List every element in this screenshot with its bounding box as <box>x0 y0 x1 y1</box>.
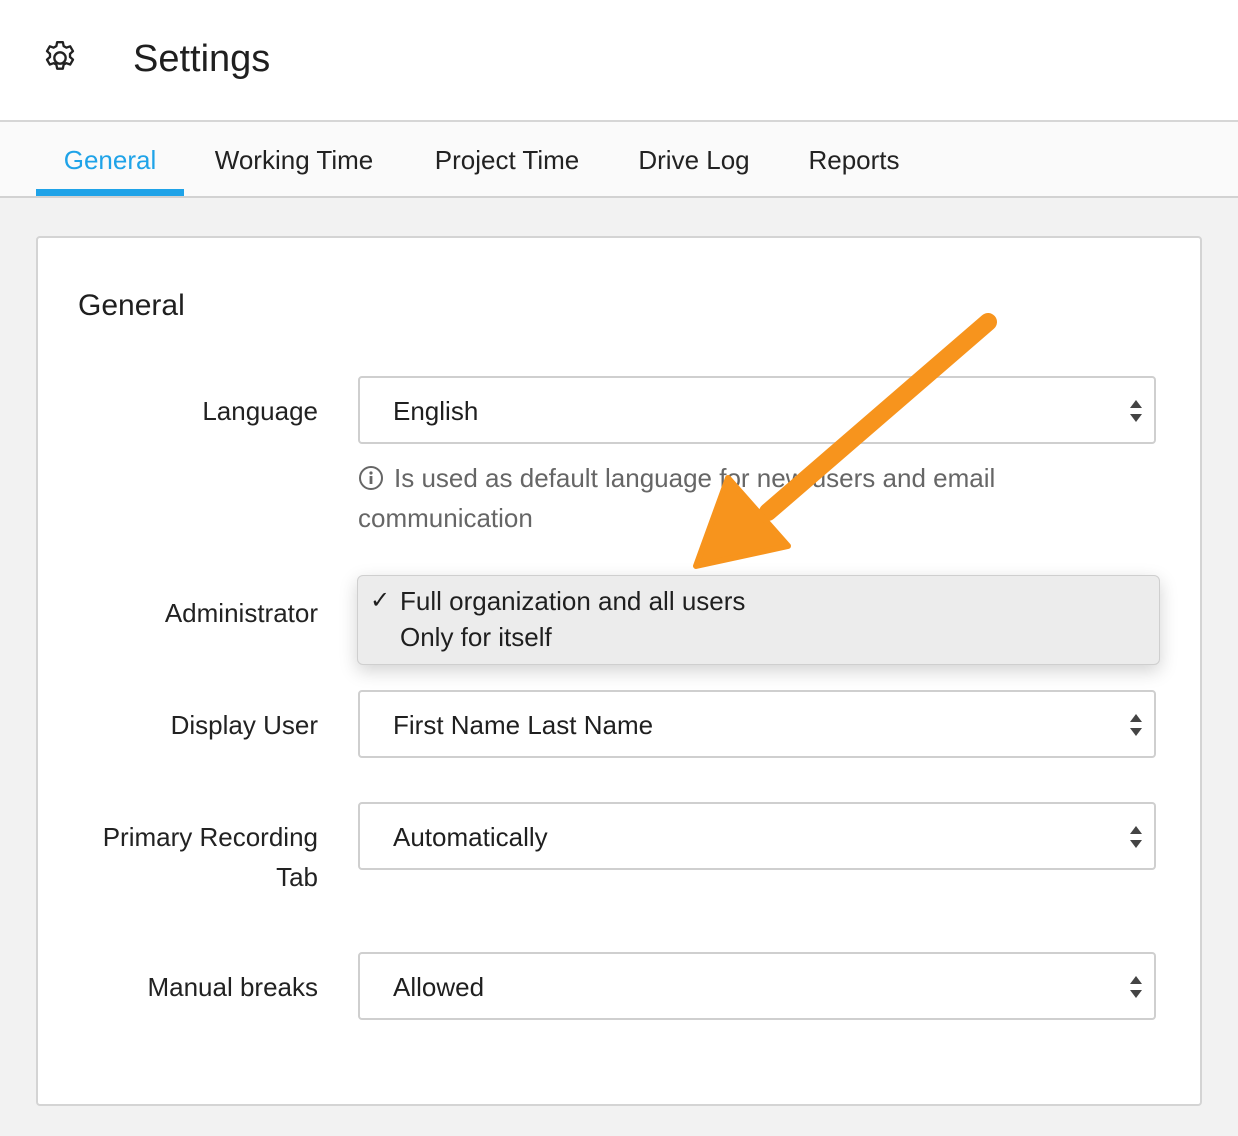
language-select[interactable]: English <box>358 376 1156 444</box>
gear-icon <box>45 41 75 70</box>
language-hint: Is used as default language for new user… <box>358 458 1038 538</box>
tab-general[interactable]: General <box>36 122 184 196</box>
checkmark-icon: ✓ <box>370 587 391 614</box>
display-user-label: Display User <box>170 710 318 740</box>
language-hint-text: Is used as default language for new user… <box>358 463 996 533</box>
tab-working-time[interactable]: Working Time <box>204 122 384 196</box>
tab-drive-log[interactable]: Drive Log <box>630 122 758 196</box>
display-user-value: First Name Last Name <box>393 710 654 740</box>
tab-reports[interactable]: Reports <box>798 122 910 196</box>
manual-breaks-label: Manual breaks <box>147 972 318 1002</box>
language-value: English <box>393 396 479 426</box>
select-stepper-icon <box>1130 976 1142 998</box>
active-tab-indicator <box>36 189 184 196</box>
dropdown-option-only-itself[interactable]: Only for itself <box>400 620 552 654</box>
primary-recording-tab-label: Primary Recording Tab <box>102 822 318 892</box>
administrator-label: Administrator <box>164 598 318 628</box>
primary-recording-tab-value: Automatically <box>393 822 548 852</box>
manual-breaks-value: Allowed <box>393 972 485 1002</box>
dropdown-option-full-organization[interactable]: Full organization and all users <box>400 584 745 618</box>
info-icon <box>359 466 383 490</box>
tab-bar: General Working Time Project Time Drive … <box>0 122 1238 198</box>
administrator-dropdown[interactable]: ✓ Full organization and all users Only f… <box>357 575 1160 665</box>
language-label: Language <box>202 396 318 426</box>
select-stepper-icon <box>1130 714 1142 736</box>
primary-recording-tab-select[interactable]: Automatically <box>358 802 1156 870</box>
page-title: Settings <box>133 38 271 80</box>
manual-breaks-select[interactable]: Allowed <box>358 952 1156 1020</box>
page-header: Settings <box>0 0 1238 122</box>
select-stepper-icon <box>1130 400 1142 422</box>
tab-project-time[interactable]: Project Time <box>424 122 590 196</box>
display-user-select[interactable]: First Name Last Name <box>358 690 1156 758</box>
select-stepper-icon <box>1130 826 1142 848</box>
section-title: General <box>78 289 185 322</box>
